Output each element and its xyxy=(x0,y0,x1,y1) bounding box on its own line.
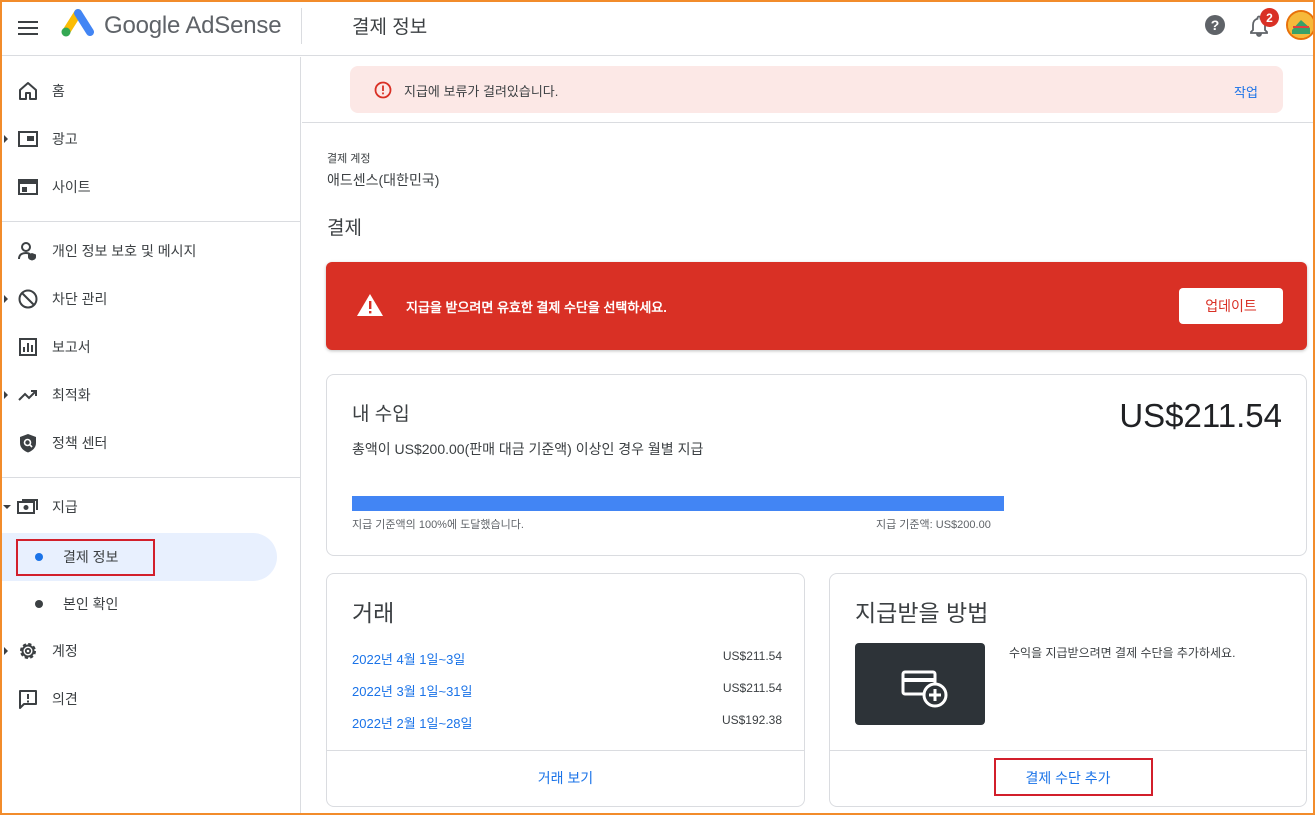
section-title-payments: 결제 xyxy=(327,218,362,239)
alert-message: 지급에 보류가 걸려있습니다. xyxy=(404,84,559,99)
policy-shield-icon xyxy=(20,434,36,453)
sidebar-item-optimization[interactable]: 최적화 xyxy=(0,371,300,419)
view-transactions-button[interactable]: 거래 보기 xyxy=(327,768,804,788)
collapse-arrow-icon xyxy=(3,505,11,509)
sidebar-item-label: 광고 xyxy=(52,131,78,147)
highlight-box-add-payment-method xyxy=(994,758,1153,796)
sidebar-nav: 홈 광고 사이트 개인 정보 보호 및 메시지 차단 관리 보고서 최적화 정책… xyxy=(0,57,301,815)
sidebar-item-label: 정책 센터 xyxy=(52,435,108,451)
error-circle-icon xyxy=(374,81,392,99)
transactions-card: 거래 2022년 4월 1일~3일 US$211.54 2022년 3월 1일~… xyxy=(326,573,805,807)
page-title: 결제 정보 xyxy=(352,17,428,38)
sidebar-item-privacy-messaging[interactable]: 개인 정보 보호 및 메시지 xyxy=(0,227,300,275)
account-avatar[interactable] xyxy=(1286,10,1315,40)
card-footer-divider xyxy=(830,750,1306,751)
card-footer-divider xyxy=(327,750,804,751)
payment-method-description: 수익을 지급받으려면 결제 수단을 추가하세요. xyxy=(1009,646,1236,660)
payment-method-required-banner: 지급을 받으려면 유효한 결제 수단을 선택하세요. 업데이트 xyxy=(326,262,1307,350)
transaction-row: 2022년 3월 1일~31일 US$211.54 xyxy=(352,681,782,703)
sidebar-item-reports[interactable]: 보고서 xyxy=(0,323,300,371)
payments-account-label: 결제 계정 xyxy=(327,153,371,165)
avatar-image-icon xyxy=(1288,12,1314,38)
expand-arrow-icon xyxy=(4,391,8,399)
transaction-date-link[interactable]: 2022년 2월 1일~28일 xyxy=(352,713,473,732)
help-icon: ? xyxy=(1205,15,1225,35)
transaction-row: 2022년 4월 1일~3일 US$211.54 xyxy=(352,649,782,671)
sidebar-item-label: 사이트 xyxy=(52,179,91,195)
transaction-date-link[interactable]: 2022년 4월 1일~3일 xyxy=(352,649,465,668)
transaction-amount: US$192.38 xyxy=(721,713,782,727)
block-icon xyxy=(18,289,38,309)
earnings-title: 내 수입 xyxy=(352,404,410,425)
hamburger-menu-icon xyxy=(18,21,38,35)
adsense-logo-icon xyxy=(61,9,94,37)
sidebar-item-label: 최적화 xyxy=(52,387,91,403)
transaction-amount: US$211.54 xyxy=(722,681,782,695)
sidebar-item-label: 계정 xyxy=(52,643,78,659)
warning-triangle-icon xyxy=(357,294,383,316)
transaction-date-link[interactable]: 2022년 3월 1일~31일 xyxy=(352,681,473,700)
payment-method-title: 지급받을 방법 xyxy=(855,600,989,626)
sidebar-item-ads[interactable]: 광고 xyxy=(0,115,300,163)
sidebar-divider xyxy=(0,477,301,478)
sidebar-item-sites[interactable]: 사이트 xyxy=(0,163,300,211)
ads-icon xyxy=(18,131,38,147)
transaction-row: 2022년 2월 1일~28일 US$192.38 xyxy=(352,713,782,735)
threshold-progress-bar xyxy=(352,496,1004,511)
notification-count-badge: 2 xyxy=(1260,8,1279,27)
sidebar-item-home[interactable]: 홈 xyxy=(0,67,300,115)
progress-label: 지급 기준액의 100%에 도달했습니다. xyxy=(352,519,524,531)
trending-up-icon xyxy=(18,390,37,401)
sidebar-item-feedback[interactable]: 의견 xyxy=(0,675,300,723)
sidebar-subitem-verification[interactable]: 본인 확인 xyxy=(0,580,277,628)
earnings-card: 내 수입 US$211.54 총액이 US$200.00(판매 대금 기준액) … xyxy=(326,374,1307,556)
sidebar-item-blocking-controls[interactable]: 차단 관리 xyxy=(0,275,300,323)
transactions-title: 거래 xyxy=(352,600,395,626)
bullet-dot-icon xyxy=(35,600,43,608)
header-divider xyxy=(301,8,302,44)
sidebar-item-label: 보고서 xyxy=(52,339,91,355)
earnings-amount: US$211.54 xyxy=(1119,397,1282,434)
expand-arrow-icon xyxy=(4,135,8,143)
privacy-messaging-icon xyxy=(18,242,36,261)
sidebar-item-label: 차단 관리 xyxy=(52,291,108,307)
top-app-bar: Google AdSense 결제 정보 ? 2 xyxy=(0,0,1315,56)
sidebar-item-policy-center[interactable]: 정책 센터 xyxy=(0,419,300,467)
feedback-icon xyxy=(19,690,37,709)
payment-method-illustration xyxy=(855,643,985,725)
sidebar-item-account[interactable]: 계정 xyxy=(0,627,300,675)
main-menu-button[interactable] xyxy=(14,14,42,42)
sidebar-item-label: 의견 xyxy=(52,691,78,707)
payments-icon xyxy=(17,499,38,514)
payments-account-name: 애드센스(대한민국) xyxy=(327,172,440,188)
alert-action-link[interactable]: 작업 xyxy=(1234,82,1258,101)
reports-icon xyxy=(19,338,37,356)
sites-icon xyxy=(18,179,38,195)
payment-hold-alert: 지급에 보류가 걸려있습니다. 작업 xyxy=(350,66,1283,113)
sidebar-item-label: 개인 정보 보호 및 메시지 xyxy=(52,243,197,259)
transaction-amount: US$211.54 xyxy=(722,649,782,663)
threshold-label: 지급 기준액: US$200.00 xyxy=(876,519,991,531)
update-button[interactable]: 업데이트 xyxy=(1179,288,1283,324)
expand-arrow-icon xyxy=(4,295,8,303)
expand-arrow-icon xyxy=(4,647,8,655)
threshold-progress-fill xyxy=(352,496,1004,511)
sidebar-subitem-label: 본인 확인 xyxy=(63,596,119,612)
content-divider xyxy=(302,122,1315,123)
home-icon xyxy=(19,82,37,100)
highlight-box-payment-info xyxy=(16,539,155,576)
add-card-icon xyxy=(901,670,948,708)
sidebar-item-label: 지급 xyxy=(52,499,78,515)
help-button[interactable]: ? xyxy=(1203,13,1227,37)
sidebar-item-payments[interactable]: 지급 xyxy=(0,483,300,531)
banner-message: 지급을 받으려면 유효한 결제 수단을 선택하세요. xyxy=(406,300,667,315)
main-content: 지급에 보류가 걸려있습니다. 작업 결제 계정 애드센스(대한민국) 결제 지… xyxy=(302,57,1315,815)
settings-icon xyxy=(20,643,36,659)
sidebar-item-label: 홈 xyxy=(52,83,65,99)
brand-name: Google AdSense xyxy=(104,12,282,39)
earnings-description: 총액이 US$200.00(판매 대금 기준액) 이상인 경우 월별 지급 xyxy=(352,441,704,457)
sidebar-divider xyxy=(0,221,301,222)
svg-text:?: ? xyxy=(1211,17,1220,33)
